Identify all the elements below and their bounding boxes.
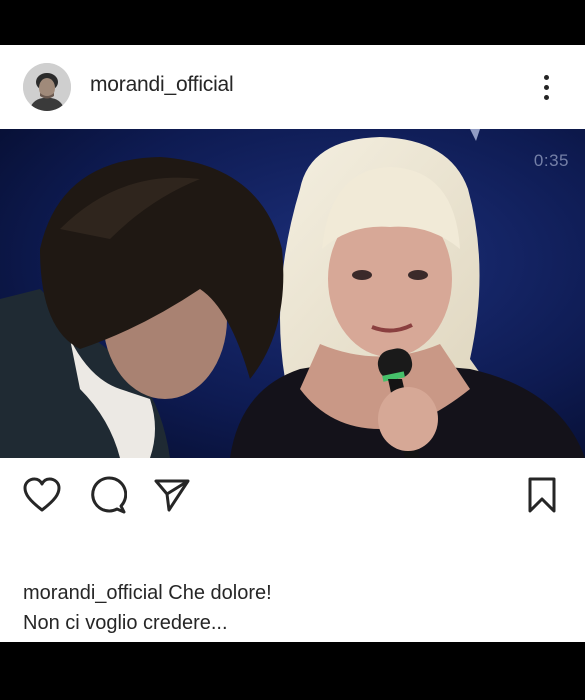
post-actions: morandi_official Che dolore! Non ci vogl… [0, 458, 585, 642]
post-caption: morandi_official Che dolore! Non ci vogl… [23, 578, 563, 638]
caption-line-1: morandi_official Che dolore! [23, 578, 563, 608]
bottom-bar [0, 642, 585, 700]
top-status-bar [0, 0, 585, 45]
comment-icon[interactable] [88, 475, 128, 515]
caption-text-1: Che dolore! [168, 582, 272, 604]
caption-line-2: Non ci voglio credere... [23, 612, 228, 634]
heart-icon[interactable] [22, 475, 62, 515]
bookmark-icon[interactable] [522, 475, 562, 515]
send-icon[interactable] [152, 475, 192, 515]
caption-username[interactable]: morandi_official [23, 582, 163, 604]
post-video[interactable]: 0:35 [0, 129, 585, 458]
post-username[interactable]: morandi_official [90, 73, 234, 97]
more-options-icon[interactable] [534, 67, 558, 107]
avatar[interactable] [23, 63, 71, 111]
post-header: morandi_official [0, 45, 585, 129]
video-timer: 0:35 [533, 151, 569, 170]
